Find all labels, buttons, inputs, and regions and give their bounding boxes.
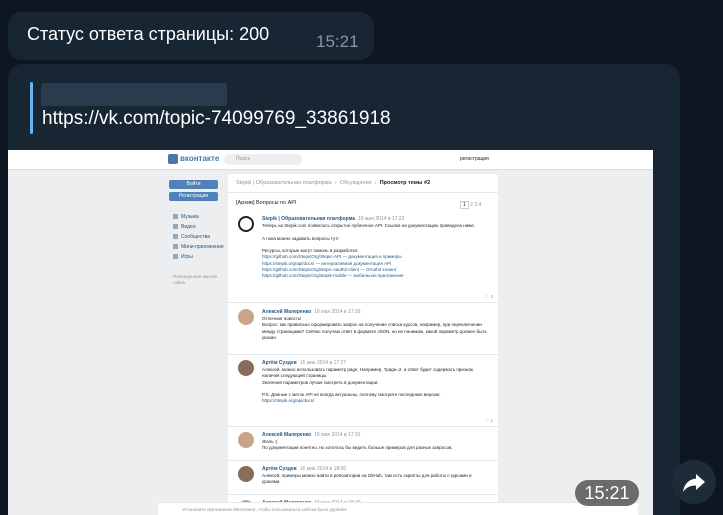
divider [228,354,498,355]
games-icon [173,254,178,260]
message-time: 15:21 [316,32,359,51]
vk-post: Stepik | Образовательная платформа 16 мая… [238,216,493,299]
vk-logo: вконтакте [168,154,219,164]
vk-register-link: регистрация [460,156,489,162]
vk-sidebar-item-music: Музыка [173,214,199,220]
link-preview-accent-bar [30,82,33,134]
share-button[interactable] [672,460,716,504]
vk-post: Алексей Малеренко 16 мая 2014 в 17:26 Отл… [238,309,493,349]
vk-post: Артём Суздев 16 мая 2014 в 17:27 Алексей,… [238,360,493,423]
vk-post: Алексей Малеренко 16 мая 2014 в 17:31 Жал… [238,432,493,456]
divider [228,192,498,193]
divider [228,426,498,427]
music-icon [173,214,178,220]
apps-icon [173,244,178,250]
avatar [238,360,254,376]
video-icon [173,224,178,230]
vk-topic-card: Stepik | Образовательная платформа › Обс… [228,174,498,515]
vk-logo-icon [168,154,178,164]
vk-sidebar-item-groups: Сообщества [173,234,210,240]
vk-breadcrumb: Stepik | Образовательная платформа › Обс… [236,180,431,186]
message-link[interactable]: https://vk.com/topic-74099769_33861918 [42,108,391,130]
vk-header: вконтакте Поиск регистрация [8,150,653,170]
link-preview-title-redacted [41,83,227,106]
stepik-logo-avatar [238,216,254,232]
avatar [238,466,254,482]
divider [228,302,498,303]
vk-sidebar-item-apps: Мини-приложения [173,244,224,250]
likes-count: ♡ 2 [485,294,493,299]
message-text: Статус ответа страницы: 200 [27,24,270,44]
groups-icon [173,234,178,240]
vk-sidebar-item-video: Видео [173,224,196,230]
vk-post: Артём Суздев 16 мая 2014 в 18:00 Алексей,… [238,466,493,490]
avatar [238,309,254,325]
message-time: 15:21 [575,480,639,506]
link-preview-screenshot[interactable]: вконтакте Поиск регистрация Войти Регист… [8,150,653,515]
message-bubble-link[interactable]: https://vk.com/topic-74099769_33861918 в… [8,64,680,515]
share-arrow-icon [683,474,705,492]
vk-login-button: Войти [169,180,218,189]
vk-sidebar-item-games: Игры [173,254,193,260]
vk-register-button: Регистрация [169,192,218,201]
likes-count: ♡ 1 [485,418,493,423]
message-bubble-status[interactable]: Статус ответа страницы: 200 15:21 [8,12,374,60]
vk-pager: 1 2 3 4 [460,201,481,209]
divider [228,460,498,461]
vk-sidebar-note: Полноценная версия сайта [173,274,217,285]
vk-topic-title: [Архив] Вопросы по API [236,200,297,206]
vk-app-banner: Установите приложение ВКонтакте, чтобы п… [158,502,638,515]
avatar [238,432,254,448]
divider [228,494,498,495]
vk-search-input: Поиск [224,154,302,165]
